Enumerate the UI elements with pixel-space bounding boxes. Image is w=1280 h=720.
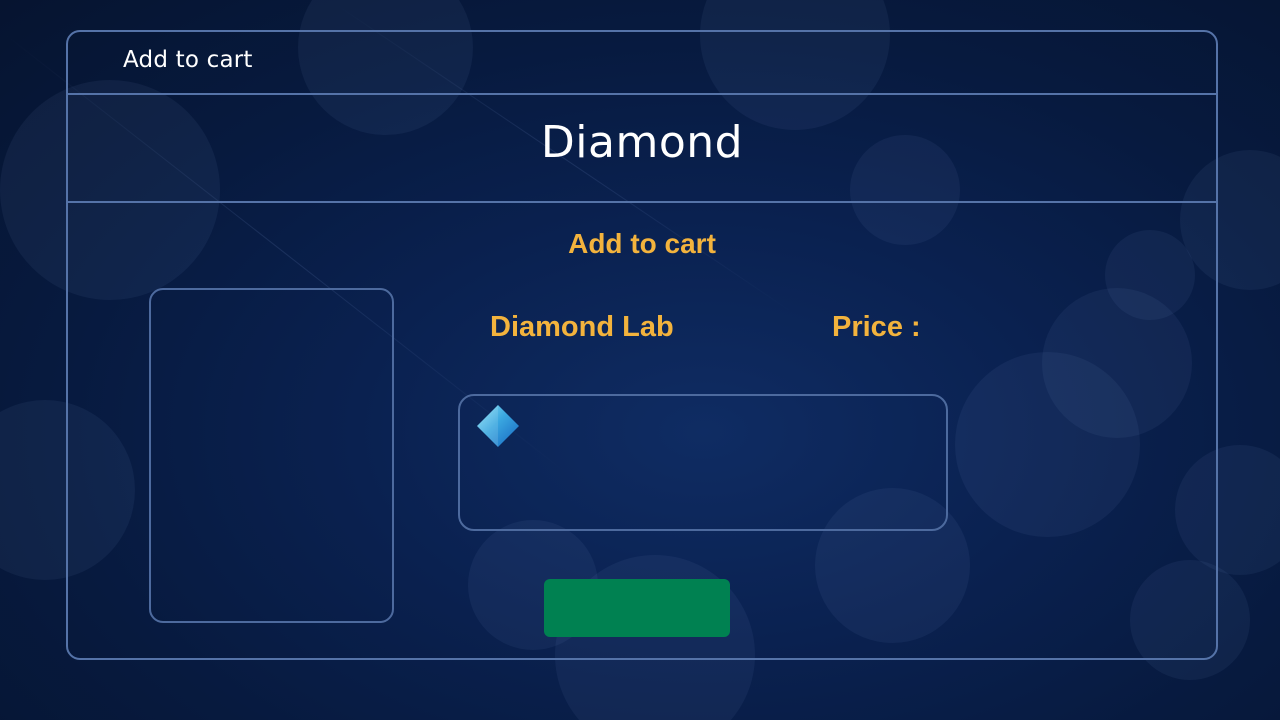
header-label: Add to cart (123, 47, 253, 73)
product-name: Diamond Lab (490, 311, 674, 343)
add-to-cart-panel: Add to cart Diamond Add to cart Diamond … (66, 30, 1218, 660)
product-detail-box (458, 394, 948, 531)
add-to-cart-button[interactable] (544, 579, 730, 637)
page-title: Diamond (540, 117, 744, 168)
panel-header: Add to cart (68, 32, 1216, 95)
title-band: Diamond (68, 95, 1216, 203)
diamond-icon (476, 404, 520, 448)
section-heading: Add to cart (568, 228, 716, 259)
price-label: Price : (832, 311, 921, 343)
product-image-placeholder (149, 288, 394, 623)
